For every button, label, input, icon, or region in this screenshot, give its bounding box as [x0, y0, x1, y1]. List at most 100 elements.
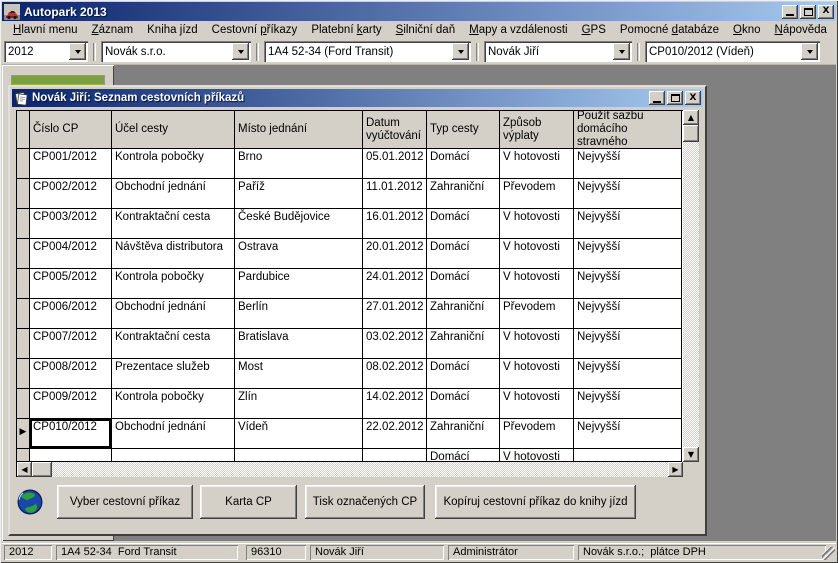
table-cell[interactable]: Vídeň [235, 419, 363, 449]
karta-cp-button[interactable]: Karta CP [200, 485, 297, 519]
table-row[interactable]: CP006/2012Obchodní jednáníBerlín27.01.20… [17, 299, 683, 329]
table-row[interactable]: CP003/2012Kontraktační cestaČeské Budějo… [17, 209, 683, 239]
menu-item-pomocne-databaze[interactable]: Pomocné databáze [613, 22, 726, 38]
table-cell[interactable]: CP004/2012 [30, 239, 112, 269]
combo-company[interactable]: Novák s.r.o. [101, 41, 251, 62]
table-cell[interactable]: Převodem [500, 299, 574, 329]
table-cell[interactable]: 11.01.2012 [363, 179, 427, 209]
column-header-6[interactable]: Způsob výplaty [500, 111, 574, 149]
horizontal-scroll-thumb[interactable] [32, 462, 52, 477]
table-cell[interactable]: Domácí [427, 359, 500, 389]
table-cell[interactable]: V hotovosti [500, 449, 574, 462]
combo-trip-dropdown-icon[interactable] [801, 43, 818, 60]
combo-employee-dropdown-icon[interactable] [613, 43, 630, 60]
table-cell[interactable]: Zahraniční [427, 299, 500, 329]
table-cell[interactable]: Pardubice [235, 269, 363, 299]
table-cell[interactable]: Domácí [427, 449, 500, 462]
table-cell[interactable]: Obchodní jednání [112, 299, 235, 329]
table-cell[interactable]: 24.01.2012 [363, 269, 427, 299]
horizontal-scrollbar[interactable]: ◀▶ [17, 462, 683, 477]
table-cell[interactable]: Zahraniční [427, 419, 500, 449]
table-cell[interactable]: Nejvyšší [574, 389, 682, 419]
table-cell[interactable]: Kontrola pobočky [112, 149, 235, 179]
combo-vehicle-dropdown-icon[interactable] [452, 43, 469, 60]
table-cell[interactable]: Kontrola pobočky [112, 389, 235, 419]
table-cell[interactable]: Nejvyšší [574, 359, 682, 389]
vertical-scroll-track[interactable] [683, 142, 699, 447]
table-cell[interactable]: Kontraktační cesta [112, 329, 235, 359]
table-cell[interactable]: Nejvyšší [574, 239, 682, 269]
table-cell[interactable]: CP010/2012 [30, 419, 112, 449]
combo-vehicle[interactable]: 1A4 52-34 (Ford Transit) [264, 41, 471, 62]
table-row[interactable]: CP004/2012Návštěva distributoraOstrava20… [17, 239, 683, 269]
table-cell[interactable]: Nejvyšší [574, 299, 682, 329]
menu-item-zaznam[interactable]: Záznam [85, 22, 141, 38]
horizontal-scroll-track[interactable] [52, 462, 668, 477]
table-cell[interactable]: Převodem [500, 179, 574, 209]
table-cell[interactable]: 22.02.2012 [363, 419, 427, 449]
menu-item-gps[interactable]: GPS [575, 22, 613, 38]
table-cell[interactable]: Obchodní jednání [112, 179, 235, 209]
table-cell[interactable]: Ostrava [235, 239, 363, 269]
column-header-4[interactable]: Datum vyúčtování [363, 111, 427, 149]
table-cell[interactable]: Nejvyšší [574, 269, 682, 299]
table-row[interactable]: ▶CP010/2012Obchodní jednáníVídeň22.02.20… [17, 419, 683, 449]
table-cell[interactable]: 16.01.2012 [363, 209, 427, 239]
menu-item-okno[interactable]: Okno [726, 22, 768, 38]
child-maximize-button[interactable] [667, 91, 683, 105]
table-cell[interactable]: V hotovosti [500, 149, 574, 179]
column-header-3[interactable]: Místo jednání [235, 111, 363, 149]
row-selector[interactable] [17, 149, 30, 179]
minimize-button[interactable] [782, 5, 798, 19]
row-selector[interactable] [17, 359, 30, 389]
table-cell[interactable]: V hotovosti [500, 329, 574, 359]
combo-employee[interactable]: Novák Jiří [484, 41, 632, 62]
table-cell[interactable]: Paříž [235, 179, 363, 209]
vertical-scrollbar[interactable]: ▲ ▼ [683, 110, 699, 462]
vyber-cestovni-prikaz-button[interactable]: Vyber cestovní příkaz [57, 485, 193, 519]
combo-year-dropdown-icon[interactable] [69, 43, 86, 60]
table-cell[interactable] [574, 449, 682, 462]
table-cell[interactable]: CP009/2012 [30, 389, 112, 419]
table-cell[interactable] [363, 449, 427, 462]
table-cell[interactable]: Domácí [427, 149, 500, 179]
table-cell[interactable]: Most [235, 359, 363, 389]
table-cell[interactable]: Domácí [427, 239, 500, 269]
tisk-oznacenych-cp-button[interactable]: Tisk označených CP [305, 485, 425, 519]
table-cell[interactable]: Nejvyšší [574, 179, 682, 209]
table-cell[interactable]: 14.02.2012 [363, 389, 427, 419]
table-cell[interactable]: Domácí [427, 209, 500, 239]
table-cell[interactable]: V hotovosti [500, 209, 574, 239]
table-cell[interactable]: V hotovosti [500, 359, 574, 389]
menu-item-napoveda[interactable]: Nápověda [768, 22, 834, 38]
resize-grip[interactable] [822, 547, 835, 560]
table-cell[interactable]: CP007/2012 [30, 329, 112, 359]
table-cell[interactable]: Zlín [235, 389, 363, 419]
table-cell[interactable]: 27.01.2012 [363, 299, 427, 329]
vertical-scroll-thumb[interactable] [683, 125, 699, 142]
column-header-7[interactable]: Použít sazbu domácího stravného [574, 111, 682, 149]
table-cell[interactable]: CP001/2012 [30, 149, 112, 179]
table-cell[interactable]: CP002/2012 [30, 179, 112, 209]
row-selector[interactable] [17, 299, 30, 329]
combo-year[interactable]: 2012 [4, 41, 88, 62]
menu-item-platebni-karty[interactable]: Platební karty [304, 22, 388, 38]
table-cell[interactable]: Kontraktační cesta [112, 209, 235, 239]
row-selector[interactable] [17, 179, 30, 209]
row-selector[interactable] [17, 239, 30, 269]
table-cell[interactable]: Nejvyšší [574, 209, 682, 239]
combo-company-dropdown-icon[interactable] [232, 43, 249, 60]
table-cell[interactable]: Prezentace služeb [112, 359, 235, 389]
table-cell[interactable]: Nejvyšší [574, 419, 682, 449]
table-cell[interactable]: 20.01.2012 [363, 239, 427, 269]
table-cell[interactable]: CP005/2012 [30, 269, 112, 299]
table-row[interactable]: CP005/2012Kontrola pobočkyPardubice24.01… [17, 269, 683, 299]
table-row[interactable]: CP007/2012Kontraktační cestaBratislava03… [17, 329, 683, 359]
table-row[interactable]: CP009/2012Kontrola pobočkyZlín14.02.2012… [17, 389, 683, 419]
table-cell[interactable]: Zahraniční [427, 179, 500, 209]
table-cell[interactable]: Návštěva distributora [112, 239, 235, 269]
menu-item-mapy-a-vzdalenosti[interactable]: Mapy a vzdálenosti [462, 22, 574, 38]
table-cell[interactable]: Nejvyšší [574, 329, 682, 359]
row-selector[interactable] [17, 209, 30, 239]
table-cell[interactable]: 03.02.2012 [363, 329, 427, 359]
